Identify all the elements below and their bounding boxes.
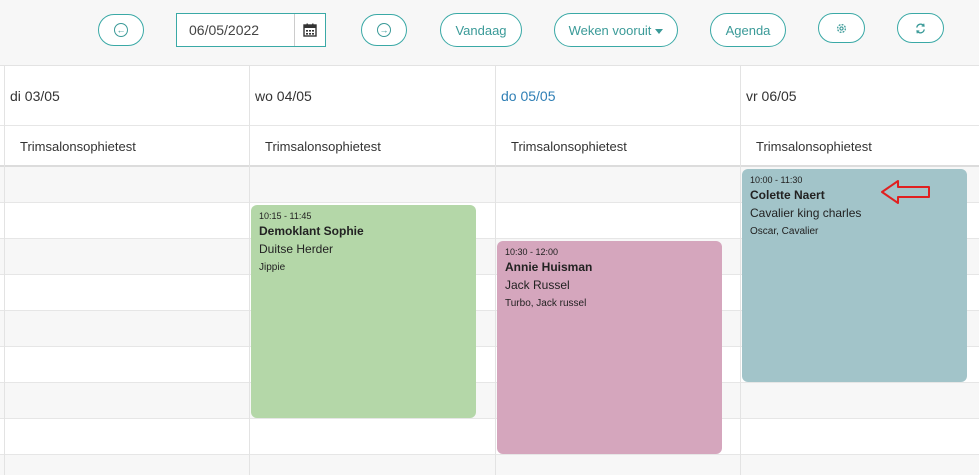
day-header-label: do 05/05 [501,88,556,104]
slot-line [0,454,979,455]
weeks-ahead-dropdown[interactable]: Weken vooruit [554,13,678,47]
prev-week-button[interactable]: ← [98,14,144,46]
slot-line [0,418,979,419]
time-slot-band [0,454,979,475]
resource-name: Trimsalonsophietest [265,138,381,154]
resource-header: Trimsalonsophietest [740,126,979,166]
day-header[interactable]: wo 04/05 [245,66,495,126]
weeks-ahead-label: Weken vooruit [568,22,652,38]
resource-header: Trimsalonsophietest [4,126,249,166]
appointment-time: 10:15 - 11:45 [259,211,312,221]
resource-name: Trimsalonsophietest [20,138,136,154]
agenda-button[interactable]: Agenda [710,13,786,47]
day-header-label: vr 06/05 [746,88,797,104]
day-header-today[interactable]: do 05/05 [491,66,740,126]
appointment-card[interactable]: 10:00 - 11:30 Colette Naert Cavalier kin… [742,169,967,382]
dog-breed: Duitse Herder [259,242,334,256]
calendar-button[interactable] [294,14,325,46]
appointment-card[interactable]: 10:15 - 11:45 Demoklant Sophie Duitse He… [251,205,476,418]
dog-breed: Jack Russel [505,278,570,292]
calendar-icon [303,23,317,37]
resource-name: Trimsalonsophietest [756,138,872,154]
dog-breed: Cavalier king charles [750,206,862,220]
annotation-arrow-icon [881,180,930,204]
pet-names: Oscar, Cavalier [750,226,819,237]
next-week-button[interactable]: → [361,14,407,46]
gear-icon [836,23,847,33]
refresh-icon [916,23,925,33]
day-header-label: di 03/05 [10,88,60,104]
calendar-toolbar: ← → Vandaag Weken vooruit Agenda [0,0,979,66]
caret-down-icon [655,28,664,34]
arrow-right-circle-icon: → [377,23,391,37]
time-slot-band [0,382,979,418]
date-input[interactable] [177,14,294,46]
agenda-button-label: Agenda [725,22,771,38]
customer-name: Annie Huisman [505,260,593,274]
pet-names: Jippie [259,262,286,273]
day-header[interactable]: vr 06/05 [736,66,979,126]
resource-header: Trimsalonsophietest [495,126,740,166]
day-header[interactable]: di 03/05 [0,66,249,126]
resource-name: Trimsalonsophietest [511,138,627,154]
appointment-time: 10:30 - 12:00 [505,247,559,257]
day-header-label: wo 04/05 [255,88,312,104]
date-picker[interactable] [176,13,326,47]
arrow-left-circle-icon: ← [114,23,128,37]
resource-header: Trimsalonsophietest [249,126,495,166]
refresh-button[interactable] [897,13,944,43]
week-calendar-grid: di 03/05 wo 04/05 do 05/05 vr 06/05 Trim… [0,66,979,475]
today-button[interactable]: Vandaag [440,13,522,47]
slot-line [0,382,979,383]
appointment-card[interactable]: 10:30 - 12:00 Annie Huisman Jack Russel … [497,241,722,454]
settings-button[interactable] [818,13,865,43]
today-button-label: Vandaag [455,22,507,38]
customer-name: Demoklant Sophie [259,224,364,238]
pet-names: Turbo, Jack russel [505,298,587,309]
